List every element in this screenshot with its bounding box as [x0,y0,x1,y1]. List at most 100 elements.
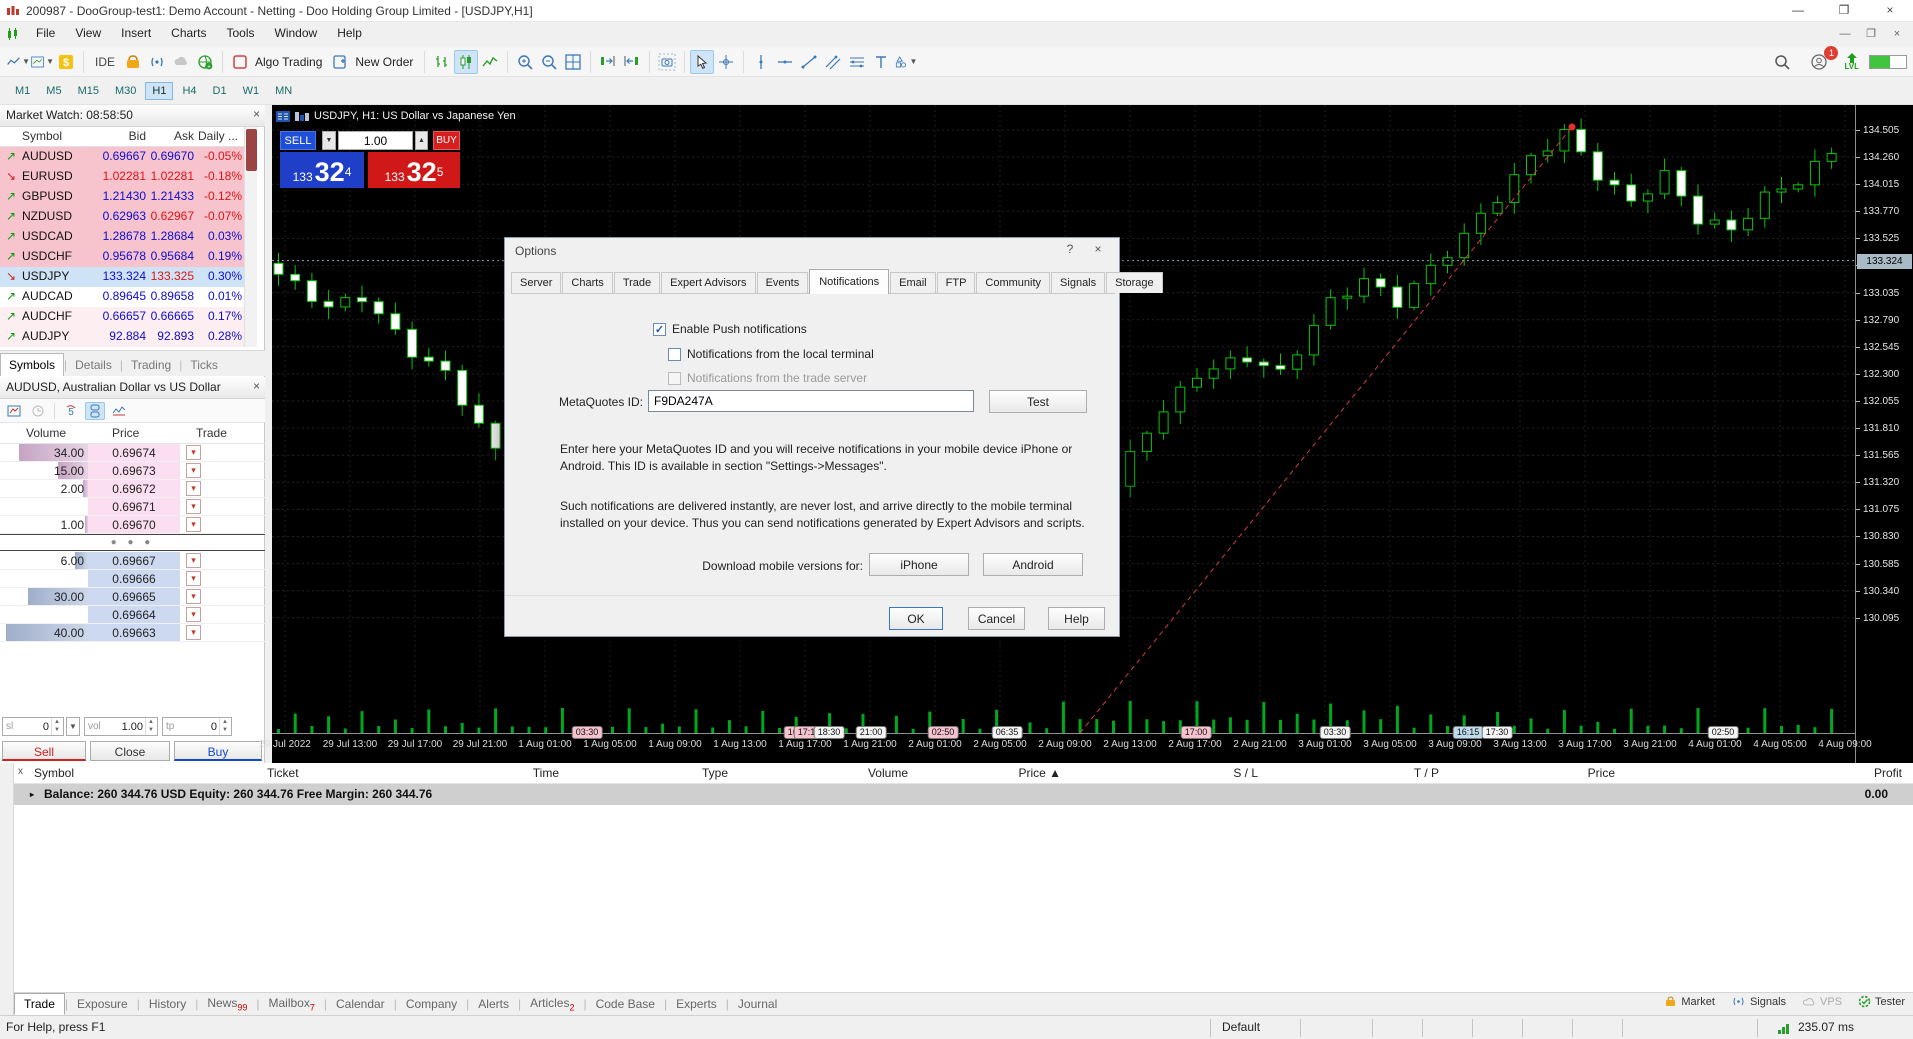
dom-close-icon[interactable]: × [253,380,260,392]
status-vps-button[interactable]: VPS [1802,996,1842,1008]
iphone-button[interactable]: iPhone [869,553,969,576]
market-watch-row[interactable]: ↗AUDCHF0.666570.666650.17% [0,307,257,327]
dialog-tab-storage[interactable]: Storage [1106,272,1163,293]
chart-window-icon[interactable]: ▼ [30,50,54,74]
take-profit-field[interactable]: tp0 ▲▼ [162,717,232,736]
dom-bid-row[interactable]: 6.000.69667▾ [0,552,265,570]
timeframe-m1[interactable]: M1 [8,82,37,100]
market-watch-row[interactable]: ↘EURUSD1.022811.02281-0.18% [0,167,257,187]
local-terminal-checkbox-row[interactable]: Notifications from the local terminal [668,347,874,361]
bar-chart-style-icon[interactable] [430,50,454,74]
col-trade[interactable]: Trade [196,426,227,440]
market-watch-scrollbar[interactable] [244,127,257,347]
tile-windows-icon[interactable] [561,50,585,74]
ide-button[interactable]: IDE [89,50,121,74]
toolbox-col-ticket[interactable]: Ticket [267,766,299,780]
dom-trade-dropdown[interactable]: ▾ [186,499,201,514]
cursor-tool-icon[interactable] [690,50,714,74]
close-position-button[interactable]: Close [90,741,170,761]
market-watch-row[interactable]: ↗USDCHF0.956780.956840.19% [0,247,257,267]
trendline-tool-icon[interactable] [797,50,821,74]
dom-trade-dropdown[interactable]: ▾ [186,481,201,496]
dom-price-cell[interactable]: 0.69670 [88,516,180,533]
status-market-button[interactable]: Market [1664,995,1715,1008]
dom-trade-dropdown[interactable]: ▾ [186,571,201,586]
shapes-tool-icon[interactable]: ▼ [893,50,917,74]
toolbox-col-type[interactable]: Type [568,766,728,780]
help-button[interactable]: Help [1048,607,1105,630]
sell-button[interactable]: Sell [2,741,86,761]
dialog-tab-trade[interactable]: Trade [614,272,660,293]
dom-price-cell[interactable]: 0.69667 [88,552,180,569]
dom-price-cell[interactable]: 0.69673 [88,462,180,479]
new-order-icon[interactable] [328,50,352,74]
oct-sell-button[interactable]: SELL [280,131,316,150]
new-order-label[interactable]: New Order [355,55,413,69]
chart-profile-icon[interactable]: ▼ [6,50,30,74]
toolbox-tab-journal[interactable]: Journal [729,994,786,1014]
dollar-symbols-icon[interactable]: $ [54,50,78,74]
crosshair-tool-icon[interactable] [714,50,738,74]
checkbox-unchecked-icon[interactable] [668,348,681,361]
status-tester-button[interactable]: Tester [1858,995,1905,1008]
oct-volume-input[interactable]: 1.00 [338,131,413,150]
dom-depth-icon[interactable] [85,402,105,420]
market-watch-row[interactable]: ↗USDCAD1.286781.286840.03% [0,227,257,247]
zoom-out-icon[interactable] [537,50,561,74]
dom-ask-row[interactable]: 15.000.69673▾ [0,462,265,480]
minimize-button[interactable]: — [1775,0,1821,21]
col-volume[interactable]: Volume [26,426,66,440]
market-watch-row[interactable]: ↘USDJPY133.324133.3250.30% [0,267,257,287]
market-watch-tab-symbols[interactable]: Symbols [0,353,64,376]
dialog-tab-charts[interactable]: Charts [562,272,612,293]
dom-trade-dropdown[interactable]: ▾ [186,607,201,622]
menu-item-view[interactable]: View [65,22,111,47]
horizontal-line-tool-icon[interactable] [773,50,797,74]
menu-item-tools[interactable]: Tools [217,22,265,47]
toolbox-tab-alerts[interactable]: Alerts [469,994,518,1014]
dom-ticks-icon[interactable] [109,402,129,420]
checkbox-checked-icon[interactable]: ✓ [653,323,666,336]
dialog-tab-ftp[interactable]: FTP [937,272,976,293]
dom-chart-icon[interactable] [4,402,24,420]
market-watch-row[interactable]: ↗AUDUSD0.696670.69670-0.05% [0,147,257,167]
dialog-tab-email[interactable]: Email [890,272,936,293]
timeframe-h4[interactable]: H4 [175,82,203,100]
toolbox-tab-articles[interactable]: Articles2 [521,993,583,1015]
market-watch-row[interactable]: ↗AUDCAD0.896450.896580.01% [0,287,257,307]
search-icon[interactable] [1770,50,1794,74]
col-daily[interactable]: Daily ... [198,129,238,143]
dialog-tab-expert-advisors[interactable]: Expert Advisors [661,272,755,293]
market-watch-row[interactable]: ↗NZDUSD0.629630.62967-0.07% [0,207,257,227]
status-signals-button[interactable]: Signals [1731,996,1786,1008]
toolbox-tab-history[interactable]: History [140,994,195,1014]
time-axis[interactable]: 29 Jul 202229 Jul 13:0029 Jul 17:0029 Ju… [272,733,1855,757]
stop-loss-field[interactable]: sl0 ▲▼ [2,717,64,736]
dom-trade-dropdown[interactable]: ▾ [186,553,201,568]
toolbox-col-sl[interactable]: S / L [1098,766,1258,780]
menu-item-window[interactable]: Window [265,22,328,47]
maximize-button[interactable]: ❐ [1821,0,1867,21]
lvl-indicator-icon[interactable]: LVL [1844,53,1859,71]
menu-item-charts[interactable]: Charts [161,22,216,47]
channel-tool-icon[interactable] [821,50,845,74]
dom-price-cell[interactable]: 0.69666 [88,570,180,587]
toolbox-col-symbol[interactable]: Symbol [34,766,74,780]
market-watch-row[interactable]: ↗GBPUSD1.214301.21433-0.12% [0,187,257,207]
status-profile[interactable]: Default [1222,1020,1260,1034]
text-tool-icon[interactable] [869,50,893,74]
price-axis[interactable]: 134.505134.260134.015133.770133.525133.2… [1855,105,1913,763]
dom-price-cell[interactable]: 0.69665 [88,588,180,605]
algo-trading-icon[interactable] [228,50,252,74]
timeframe-m15[interactable]: M15 [71,82,106,100]
android-button[interactable]: Android [983,553,1083,576]
dialog-close-icon[interactable]: × [1083,242,1113,262]
dom-price-cell[interactable]: 0.69663 [88,624,180,641]
dom-price-cell[interactable]: 0.69664 [88,606,180,623]
volume-field[interactable]: vol1.00 ▲▼ [84,717,158,736]
toolbox-col-profit[interactable]: Profit [1742,766,1902,780]
oct-ask-price[interactable]: 133325 [368,152,460,188]
market-watch-tab-trading[interactable]: Trading [123,354,179,376]
line-chart-style-icon[interactable] [478,50,502,74]
dom-rewind-icon[interactable]: 5 [61,402,81,420]
